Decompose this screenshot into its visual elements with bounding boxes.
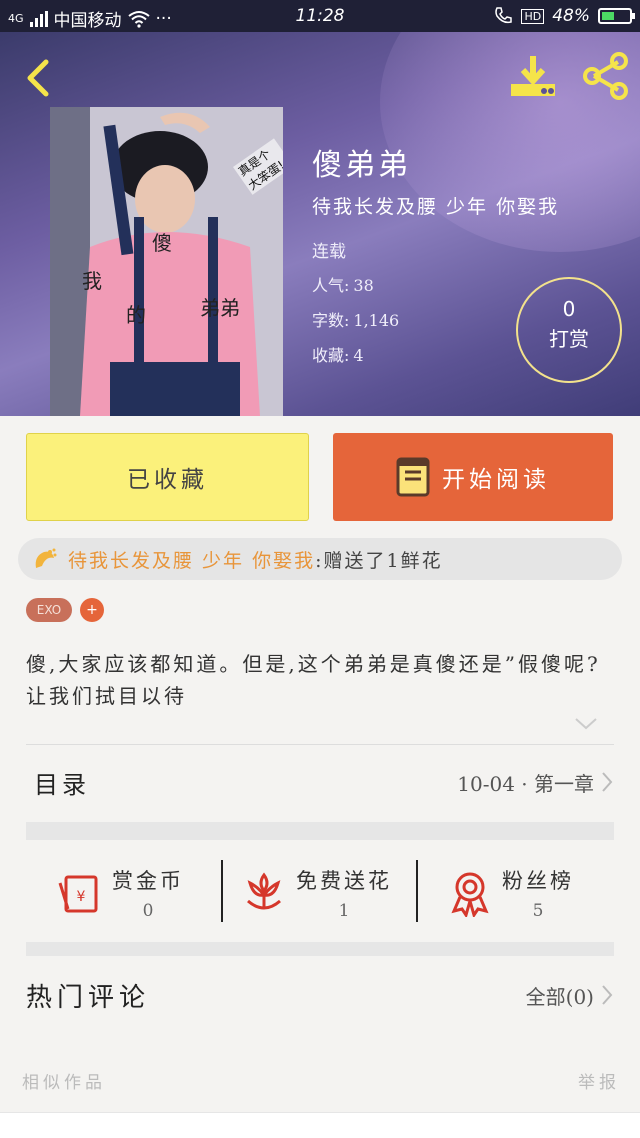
- book-header: 傻 我 的 弟弟 真是个大笨蛋! 傻弟弟 待我长发及腰 少年 你娶我 连载 人气…: [0, 32, 640, 416]
- word-count: 字数: 1,146: [312, 307, 399, 331]
- coins-label: 赏金币: [112, 869, 184, 893]
- flowers-value: 1: [338, 901, 350, 921]
- flowers-stat[interactable]: 免费送花 1: [240, 848, 392, 938]
- chevron-right-icon: [602, 985, 613, 1005]
- phone-icon: [495, 7, 513, 24]
- red-envelope-icon: ¥: [58, 875, 98, 913]
- book-title: 傻弟弟: [312, 148, 411, 183]
- start-reading-button[interactable]: 开始阅读: [333, 433, 613, 521]
- gift-text: :赠送了1鲜花: [315, 549, 443, 572]
- cover-text-2: 我: [82, 269, 102, 293]
- popularity: 人气: 38: [312, 272, 374, 296]
- expand-chevron-icon[interactable]: [574, 716, 598, 732]
- favorited-label: 已收藏: [127, 467, 208, 493]
- table-of-contents-row[interactable]: 目录 10-04 · 第一章: [26, 746, 614, 818]
- report-link[interactable]: 举报: [578, 1068, 620, 1093]
- latest-chapter: 10-04 · 第一章: [457, 771, 594, 796]
- section-separator: [26, 822, 614, 840]
- hot-comments-label: 热门评论: [26, 982, 151, 1013]
- book-status: 连载: [312, 242, 346, 262]
- popularity-label: 人气:: [312, 276, 350, 295]
- book-icon: [396, 457, 430, 497]
- book-author[interactable]: 待我长发及腰 少年 你娶我: [312, 192, 559, 219]
- flower-icon: [35, 548, 57, 568]
- flower-icon: [247, 872, 281, 910]
- stats-divider: [221, 860, 223, 922]
- battery-percent: 48%: [552, 6, 590, 26]
- similar-works-label: 相似作品: [22, 1073, 106, 1093]
- word-count-value: 1,146: [353, 311, 400, 330]
- cover-text-4: 弟弟: [200, 296, 240, 320]
- favorited-button[interactable]: 已收藏: [26, 433, 309, 521]
- book-description: 傻,大家应该都知道。但是,这个弟弟是真傻还是”假傻呢?让我们拭目以待: [26, 652, 601, 708]
- add-tag-button[interactable]: +: [80, 598, 104, 622]
- fans-stat[interactable]: 粉丝榜 5: [446, 848, 574, 938]
- back-icon[interactable]: [18, 56, 58, 100]
- stats-bar: ¥ 赏金币 0 免费送花 1 粉丝榜 5: [26, 848, 614, 938]
- hot-comments-row[interactable]: 热门评论 全部(0): [26, 960, 614, 1030]
- share-icon[interactable]: [580, 50, 630, 102]
- favorites-label: 收藏:: [312, 346, 350, 365]
- tip-label: 打赏: [549, 327, 589, 351]
- favorites-value: 4: [353, 346, 364, 365]
- cover-text-1: 傻: [152, 231, 172, 255]
- cover-figure: [50, 107, 283, 416]
- tip-button[interactable]: 0 打赏: [516, 277, 622, 383]
- hd-badge: HD: [521, 8, 545, 24]
- download-icon[interactable]: [508, 52, 558, 102]
- medal-icon: [451, 872, 489, 917]
- favorites-count: 收藏: 4: [312, 342, 364, 366]
- cover-text-3: 的: [126, 303, 146, 327]
- gift-banner: 待我长发及腰 少年 你娶我 :赠送了1鲜花: [18, 538, 622, 580]
- gift-user[interactable]: 待我长发及腰 少年 你娶我: [68, 546, 315, 573]
- all-comments-link: 全部(0): [525, 984, 594, 1009]
- popularity-value: 38: [353, 276, 374, 295]
- book-cover[interactable]: 傻 我 的 弟弟 真是个大笨蛋!: [50, 107, 283, 416]
- similar-works-list: [0, 1112, 640, 1138]
- coins-value: 0: [142, 901, 154, 921]
- toc-label: 目录: [34, 770, 90, 799]
- divider: [26, 744, 614, 745]
- stats-divider: [416, 860, 418, 922]
- status-bar: 4G 中国移动 ··· 11:28 HD 48%: [0, 0, 640, 32]
- section-separator: [26, 942, 614, 956]
- coins-stat[interactable]: ¥ 赏金币 0: [56, 848, 184, 938]
- svg-text:¥: ¥: [77, 889, 86, 905]
- battery-icon: [598, 8, 635, 24]
- fans-value: 5: [532, 901, 544, 921]
- fans-label: 粉丝榜: [502, 869, 574, 893]
- tip-count: 0: [562, 297, 576, 321]
- tag-exo[interactable]: EXO: [26, 598, 72, 622]
- word-count-label: 字数:: [312, 311, 350, 330]
- start-reading-label: 开始阅读: [442, 467, 550, 493]
- chevron-right-icon: [602, 772, 613, 792]
- flowers-label: 免费送花: [296, 869, 392, 893]
